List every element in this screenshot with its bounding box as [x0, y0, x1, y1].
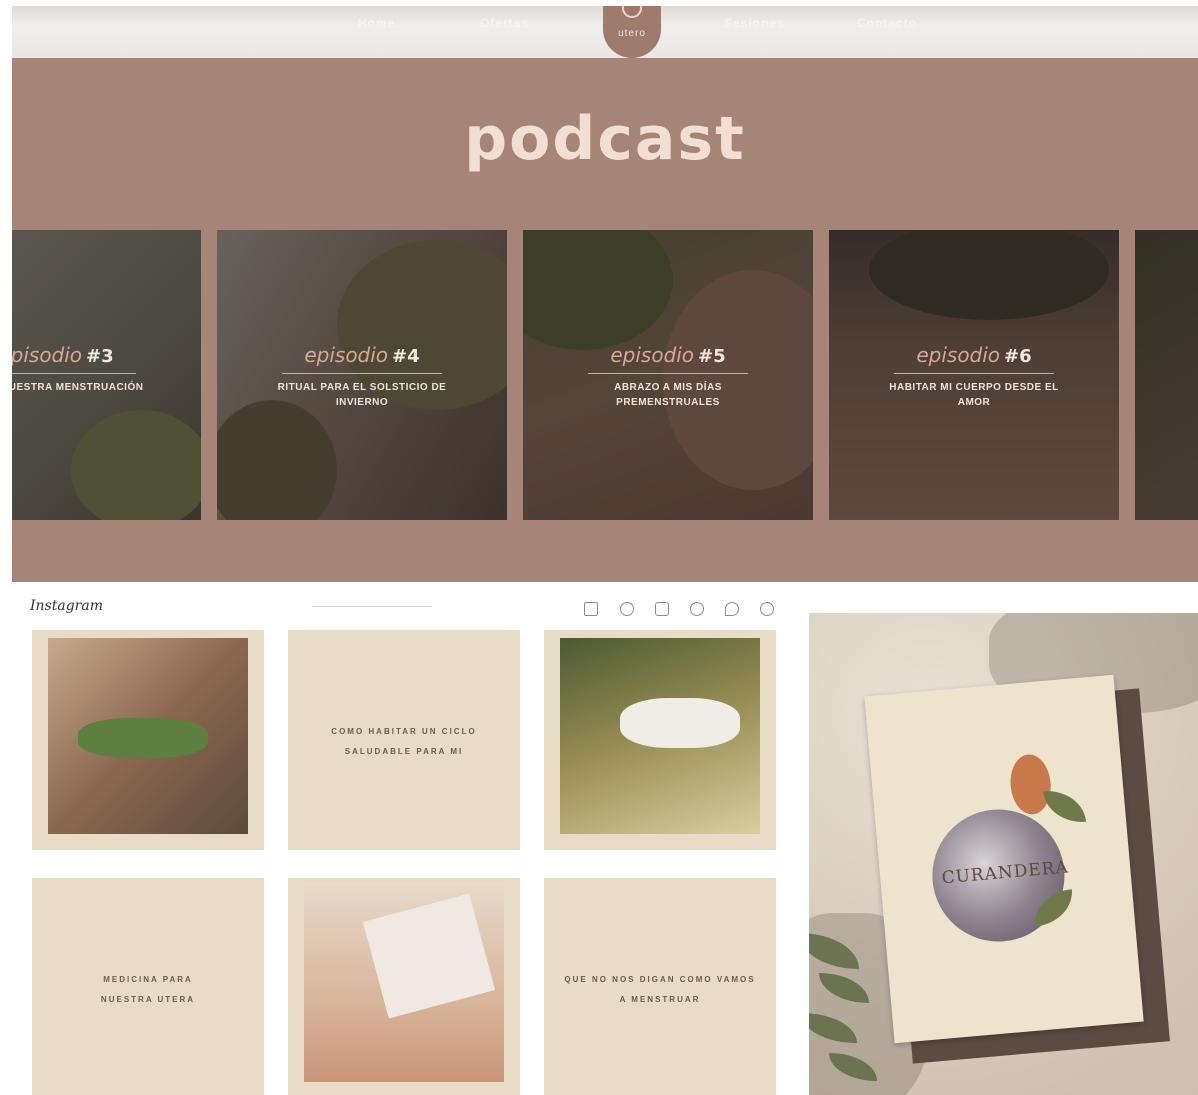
- site-logo[interactable]: utero: [603, 6, 661, 58]
- episode-label: episodio #4 Ritual para el solsticio de i…: [217, 343, 507, 410]
- episode-word: episodio: [610, 343, 695, 367]
- post-photo: [560, 638, 760, 834]
- logo-mark-icon: [622, 6, 642, 18]
- episode-card-6[interactable]: episodio #6 Habitar mi cuerpo desde el am…: [829, 230, 1119, 520]
- episode-number: #3: [86, 346, 114, 367]
- search-input[interactable]: [312, 606, 432, 607]
- episode-title: Ritual para el solsticio de invierno: [277, 382, 447, 408]
- episode-word: episodio: [12, 343, 83, 367]
- episode-label: episodio#3 para nuestra menstruación: [12, 343, 201, 395]
- nav-link-sesiones[interactable]: Sesiones: [724, 16, 785, 30]
- card-mockup-photo: CURANDERA: [809, 613, 1198, 1095]
- home-icon[interactable]: [584, 602, 598, 616]
- episode-card-3[interactable]: episodio#3 para nuestra menstruación: [12, 230, 201, 520]
- explore-icon[interactable]: [655, 602, 669, 616]
- top-navigation: Home Ofertas utero Sesiones Contacto: [12, 6, 1198, 58]
- divider: [282, 373, 442, 374]
- post-quote: MEDICINA PARA NUESTRA UTERA: [100, 975, 196, 1004]
- post-tile[interactable]: [544, 630, 776, 850]
- instagram-feed: Instagram COMO HABITAR UN CICLO SALUDABL…: [0, 590, 800, 1095]
- episode-title: para nuestra menstruación: [12, 382, 144, 393]
- nav-link-home[interactable]: Home: [358, 16, 395, 30]
- profile-icon[interactable]: [760, 602, 774, 616]
- greeting-card: CURANDERA: [864, 674, 1144, 1044]
- episode-label: episodio #5 Abrazo a mis días premenstrua…: [523, 343, 813, 410]
- divider: [588, 373, 748, 374]
- post-photo-chart: [362, 893, 496, 1019]
- messenger-icon[interactable]: [620, 602, 634, 616]
- divider: [12, 373, 136, 374]
- compass-icon[interactable]: [690, 602, 704, 616]
- post-photo-leaves: [78, 718, 208, 758]
- post-tile[interactable]: MEDICINA PARA NUESTRA UTERA: [32, 878, 264, 1095]
- post-tile[interactable]: [32, 630, 264, 850]
- episode-card-5[interactable]: episodio #5 Abrazo a mis días premenstrua…: [523, 230, 813, 520]
- episode-card-next[interactable]: [1135, 230, 1198, 520]
- episode-title: Abrazo a mis días premenstruales: [614, 382, 722, 408]
- episode-overlay: [1135, 230, 1198, 520]
- episode-number: #5: [698, 346, 726, 367]
- post-tile[interactable]: [288, 878, 520, 1095]
- post-quote: QUE NO NOS DIGAN COMO VAMOS A MENSTRUAR: [564, 975, 756, 1004]
- post-quote: COMO HABITAR UN CICLO SALUDABLE PARA MI: [331, 727, 477, 756]
- post-photo: [48, 638, 248, 834]
- divider: [894, 373, 1054, 374]
- episode-title: Habitar mi cuerpo desde el amor: [889, 382, 1059, 408]
- post-tile[interactable]: COMO HABITAR UN CICLO SALUDABLE PARA MI: [288, 630, 520, 850]
- leaf-illustration: [1043, 787, 1087, 826]
- episode-word: episodio: [304, 343, 389, 367]
- nav-link-ofertas[interactable]: Ofertas: [480, 16, 529, 30]
- episode-label: episodio #6 Habitar mi cuerpo desde el am…: [829, 343, 1119, 410]
- episode-card-4[interactable]: episodio #4 Ritual para el solsticio de i…: [217, 230, 507, 520]
- heart-icon[interactable]: [725, 602, 739, 616]
- instagram-logo[interactable]: Instagram: [30, 598, 103, 614]
- nav-link-contacto[interactable]: Contacto: [857, 16, 917, 30]
- flower-illustration: [1008, 752, 1054, 817]
- page-title: podcast: [464, 104, 746, 174]
- post-tile[interactable]: QUE NO NOS DIGAN COMO VAMOS A MENSTRUAR: [544, 878, 776, 1095]
- episode-word: episodio: [916, 343, 1001, 367]
- episode-number: #6: [1004, 346, 1032, 367]
- post-photo-flowers: [620, 698, 740, 748]
- post-photo: [304, 886, 504, 1082]
- podcast-website: Home Ofertas utero Sesiones Contacto pod…: [12, 6, 1198, 582]
- logo-text: utero: [618, 28, 646, 39]
- episode-number: #4: [392, 346, 420, 367]
